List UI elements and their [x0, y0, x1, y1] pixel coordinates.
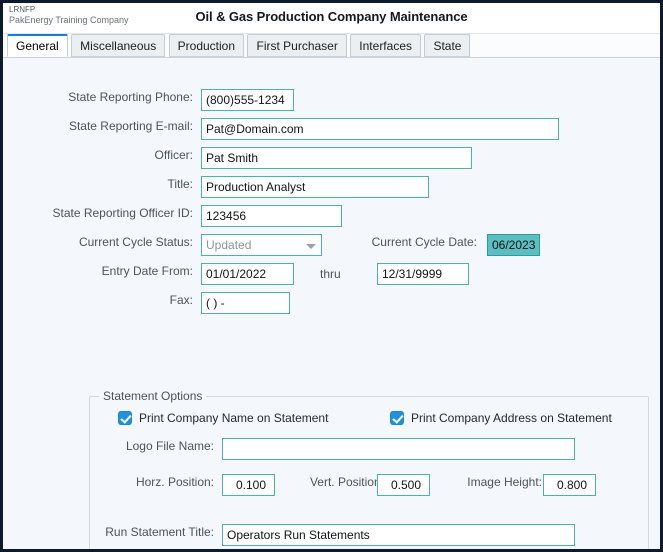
entry-date-from-label: Entry Date From:	[101, 264, 193, 278]
general-tab-panel: State Reporting Phone: (800)555-1234 Sta…	[3, 58, 660, 549]
state-reporting-email-input[interactable]: Pat@Domain.com	[201, 118, 559, 140]
checkbox-checked-icon[interactable]	[118, 411, 132, 425]
entry-date-from-input[interactable]: 01/01/2022	[201, 263, 294, 285]
vert-position-label-wrap: Vert. Position:	[280, 475, 390, 489]
page-title: Oil & Gas Production Company Maintenance	[195, 9, 468, 24]
entry-date-thru-input[interactable]: 12/31/9999	[377, 263, 469, 285]
logo-file-name-input[interactable]	[222, 438, 575, 460]
state-reporting-officer-id-input[interactable]: 123456	[201, 205, 342, 227]
state-reporting-officer-id-label: State Reporting Officer ID:	[52, 206, 193, 220]
run-statement-title-input[interactable]: Operators Run Statements	[222, 524, 575, 546]
state-reporting-phone-label-wrap: State Reporting Phone:	[3, 90, 199, 104]
tab-bar: General Miscellaneous Production First P…	[3, 34, 660, 58]
tab-state[interactable]: State	[424, 34, 471, 57]
vert-position-input[interactable]: 0.500	[377, 474, 430, 496]
tab-interfaces[interactable]: Interfaces	[350, 34, 421, 57]
current-cycle-status-value: Updated	[206, 238, 252, 252]
current-cycle-status-label: Current Cycle Status:	[78, 235, 193, 249]
logo-file-name-label: Logo File Name:	[125, 439, 214, 453]
print-company-name-label: Print Company Name on Statement	[139, 411, 329, 425]
title-label: Title:	[167, 177, 193, 191]
entry-date-thru-label: thru	[320, 267, 341, 281]
title-label-wrap: Title:	[3, 177, 199, 191]
chevron-down-icon	[306, 244, 316, 249]
tab-general[interactable]: General	[7, 34, 68, 57]
statement-options-group: Statement Options Print Company Name on …	[89, 389, 649, 549]
run-statement-title-label-wrap: Run Statement Title:	[90, 525, 220, 539]
logo-file-name-label-wrap: Logo File Name:	[90, 439, 220, 453]
current-cycle-date-input[interactable]: 06/2023	[487, 234, 540, 256]
officer-label-wrap: Officer:	[3, 148, 199, 162]
current-cycle-status-label-wrap: Current Cycle Status:	[3, 235, 199, 249]
print-company-address-checkbox-row[interactable]: Print Company Address on Statement	[390, 411, 612, 425]
checkbox-checked-icon[interactable]	[390, 411, 404, 425]
state-reporting-officer-id-label-wrap: State Reporting Officer ID:	[3, 206, 199, 220]
tab-production[interactable]: Production	[168, 34, 245, 57]
horz-position-input[interactable]: 0.100	[222, 474, 275, 496]
fax-label-wrap: Fax:	[3, 293, 199, 307]
run-statement-title-label: Run Statement Title:	[105, 525, 214, 539]
print-company-name-checkbox-row[interactable]: Print Company Name on Statement	[118, 411, 328, 425]
application-window: LRNFP PakEnergy Training Company Oil & G…	[0, 0, 663, 552]
officer-label: Officer:	[154, 148, 193, 162]
image-height-input[interactable]: 0.800	[543, 474, 596, 496]
statement-options-legend: Statement Options	[99, 389, 207, 403]
state-reporting-phone-label: State Reporting Phone:	[68, 90, 193, 104]
entry-date-from-label-wrap: Entry Date From:	[3, 264, 199, 278]
current-cycle-status-dropdown[interactable]: Updated	[201, 234, 322, 256]
fax-input[interactable]: ( ) -	[201, 292, 290, 314]
tab-miscellaneous[interactable]: Miscellaneous	[71, 34, 166, 57]
current-cycle-date-label-wrap: Current Cycle Date:	[358, 235, 483, 249]
current-cycle-date-label: Current Cycle Date:	[371, 235, 477, 249]
officer-input[interactable]: Pat Smith	[201, 147, 472, 169]
fax-label: Fax:	[169, 293, 193, 307]
horz-position-label: Horz. Position:	[135, 475, 214, 489]
state-reporting-email-label-wrap: State Reporting E-mail:	[3, 119, 199, 133]
tab-first-purchaser[interactable]: First Purchaser	[247, 34, 347, 57]
state-reporting-phone-input[interactable]: (800)555-1234	[201, 89, 294, 111]
image-height-label-wrap: Image Height:	[438, 475, 548, 489]
print-company-address-label: Print Company Address on Statement	[411, 411, 612, 425]
state-reporting-email-label: State Reporting E-mail:	[68, 119, 193, 133]
horz-position-label-wrap: Horz. Position:	[90, 475, 220, 489]
image-height-label: Image Height:	[467, 475, 542, 489]
window-header: LRNFP PakEnergy Training Company Oil & G…	[3, 3, 660, 34]
title-input[interactable]: Production Analyst	[201, 176, 429, 198]
